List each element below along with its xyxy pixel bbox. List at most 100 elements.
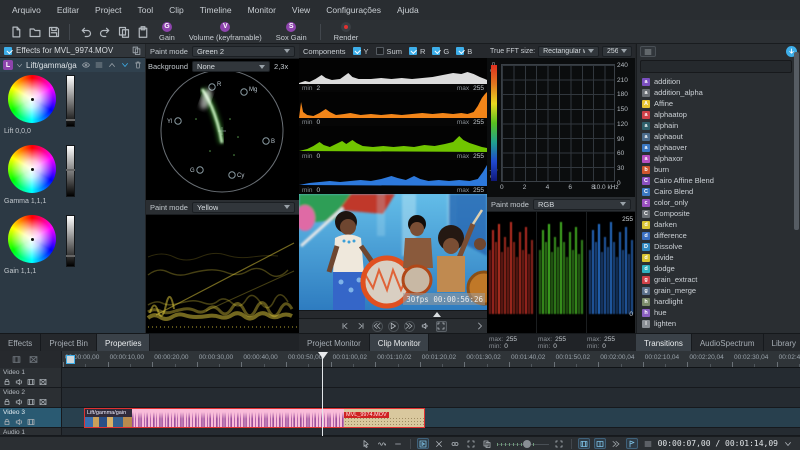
transition-item-composite[interactable]: CComposite <box>637 208 800 219</box>
split-icon[interactable] <box>594 438 606 449</box>
film-icon[interactable] <box>27 378 35 386</box>
fast-forward-icon[interactable] <box>610 438 622 449</box>
waveform-paint-mode-select[interactable]: Yellow <box>192 202 295 213</box>
menu-clip[interactable]: Clip <box>161 2 192 18</box>
toolbar-action-gain[interactable]: GGain <box>152 20 182 44</box>
seek-position-marker[interactable] <box>433 312 441 317</box>
wheel-value-slider[interactable] <box>66 75 75 127</box>
vectorscope-background-select[interactable]: None <box>192 61 270 72</box>
transition-item-alphaxor[interactable]: aalphaxor <box>637 153 800 164</box>
lock-icon[interactable] <box>3 398 11 406</box>
zone-icon[interactable] <box>553 438 565 449</box>
track-lane[interactable] <box>62 388 800 408</box>
link-icon[interactable] <box>449 438 461 449</box>
transition-item-alphaatop[interactable]: aalphaatop <box>637 109 800 120</box>
track-config-icon[interactable] <box>29 355 38 364</box>
transition-item-grain-extract[interactable]: ggrain_extract <box>637 274 800 285</box>
speaker-icon[interactable] <box>15 418 23 426</box>
transition-item-color-only[interactable]: ccolor_only <box>637 197 800 208</box>
delete-effect-icon[interactable] <box>134 61 142 69</box>
monitor-seekbar[interactable] <box>299 310 487 319</box>
chevron-down-icon[interactable] <box>782 438 794 449</box>
transition-item-affine[interactable]: AAffine <box>637 98 800 109</box>
new-document-icon[interactable] <box>7 23 24 41</box>
tab-project-monitor[interactable]: Project Monitor <box>299 334 370 352</box>
wave-icon[interactable] <box>376 438 388 449</box>
transition-item-dissolve[interactable]: DDissolve <box>637 241 800 252</box>
eye-icon[interactable] <box>82 61 90 69</box>
menu-icon[interactable] <box>95 61 103 69</box>
track-header[interactable]: Audio 1 <box>0 428 62 436</box>
component-checkbox-y[interactable]: Y <box>353 47 369 56</box>
scrollbar[interactable] <box>794 52 799 230</box>
playhead-line[interactable] <box>322 357 323 436</box>
paste-icon[interactable] <box>134 23 151 41</box>
transition-item-grain-merge[interactable]: ggrain_merge <box>637 285 800 296</box>
lock-icon[interactable] <box>3 378 11 386</box>
redo-icon[interactable] <box>96 23 113 41</box>
tab-effects[interactable]: Effects <box>0 334 41 352</box>
menu-arquivo[interactable]: Arquivo <box>4 2 49 18</box>
undo-icon[interactable] <box>77 23 94 41</box>
rewind-button[interactable] <box>372 321 383 332</box>
hide-icon[interactable] <box>39 398 47 406</box>
x-icon[interactable] <box>433 438 445 449</box>
timeline-zoom-slider[interactable] <box>497 439 549 449</box>
track-lane[interactable] <box>62 428 800 436</box>
film-icon[interactable] <box>27 418 35 426</box>
copy-icon[interactable] <box>481 438 493 449</box>
playbox-icon[interactable] <box>417 438 429 449</box>
timeline-zone-marker[interactable] <box>66 355 75 364</box>
transition-item-alphaover[interactable]: aalphaover <box>637 142 800 153</box>
speaker-icon[interactable] <box>15 378 23 386</box>
lock-icon[interactable] <box>3 418 11 426</box>
color-wheel[interactable] <box>8 215 56 263</box>
tab-audiospectrum[interactable]: AudioSpectrum <box>692 334 764 352</box>
copy-icon[interactable] <box>115 23 132 41</box>
menu-monitor[interactable]: Monitor <box>240 2 284 18</box>
transition-item-burn[interactable]: bburn <box>637 164 800 175</box>
save-icon[interactable] <box>45 23 62 41</box>
track-header[interactable]: Video 2 <box>0 388 62 408</box>
play-button[interactable] <box>388 321 399 332</box>
speaker-icon[interactable] <box>15 398 23 406</box>
menu-icon[interactable] <box>642 438 654 449</box>
component-checkbox-r[interactable]: R <box>409 47 425 56</box>
zone-button[interactable] <box>436 321 447 332</box>
open-folder-icon[interactable] <box>26 23 43 41</box>
flag-icon[interactable] <box>626 438 638 449</box>
wheel-value-slider[interactable] <box>66 145 75 197</box>
toolbar-action-volume-keyframable-[interactable]: VVolume (keyframable) <box>182 20 269 44</box>
film-icon[interactable] <box>27 398 35 406</box>
track-lane[interactable] <box>62 368 800 388</box>
toolbar-action-render[interactable]: Render <box>327 20 366 44</box>
wheel-value-slider[interactable] <box>66 215 75 267</box>
effect-row-lift-gamma-gain[interactable]: L Lift/gamma/gain <box>0 58 145 72</box>
zone-start-button[interactable] <box>340 321 351 332</box>
component-checkbox-g[interactable]: G <box>432 47 449 56</box>
transition-item-lighten[interactable]: llighten <box>637 318 800 329</box>
panel-menu-button[interactable] <box>640 46 656 57</box>
dash-icon[interactable] <box>392 438 404 449</box>
more-options-button[interactable] <box>474 321 485 332</box>
transition-item-addition-alpha[interactable]: aaddition_alpha <box>637 87 800 98</box>
film-icon[interactable] <box>578 438 590 449</box>
menu-editar[interactable]: Editar <box>49 2 87 18</box>
collapse-icon[interactable] <box>16 62 23 69</box>
menu-view[interactable]: View <box>284 2 318 18</box>
timeline-ruler[interactable]: 00:00:00,0000:00:10,0000:00:20,0000:00:3… <box>0 351 800 368</box>
transition-item-alphain[interactable]: aalphain <box>637 120 800 131</box>
zone-icon[interactable] <box>465 438 477 449</box>
transition-item-alphaout[interactable]: aalphaout <box>637 131 800 142</box>
menu-timeline[interactable]: Timeline <box>192 2 240 18</box>
track-header[interactable]: Video 3 <box>0 408 62 428</box>
timeline-clip-mvl-9974[interactable]: Lift/gamma/gain MVL_9974.MOV <box>84 408 425 428</box>
menu-project[interactable]: Project <box>87 2 129 18</box>
hide-icon[interactable] <box>39 378 47 386</box>
color-wheel[interactable] <box>8 145 56 193</box>
track-target-icon[interactable] <box>12 355 21 364</box>
save-preset-icon[interactable] <box>132 46 141 55</box>
fft-window-select[interactable]: Rectangular window <box>538 46 599 57</box>
effects-enable-checkbox[interactable] <box>4 47 12 55</box>
tab-library[interactable]: Library <box>764 334 800 352</box>
